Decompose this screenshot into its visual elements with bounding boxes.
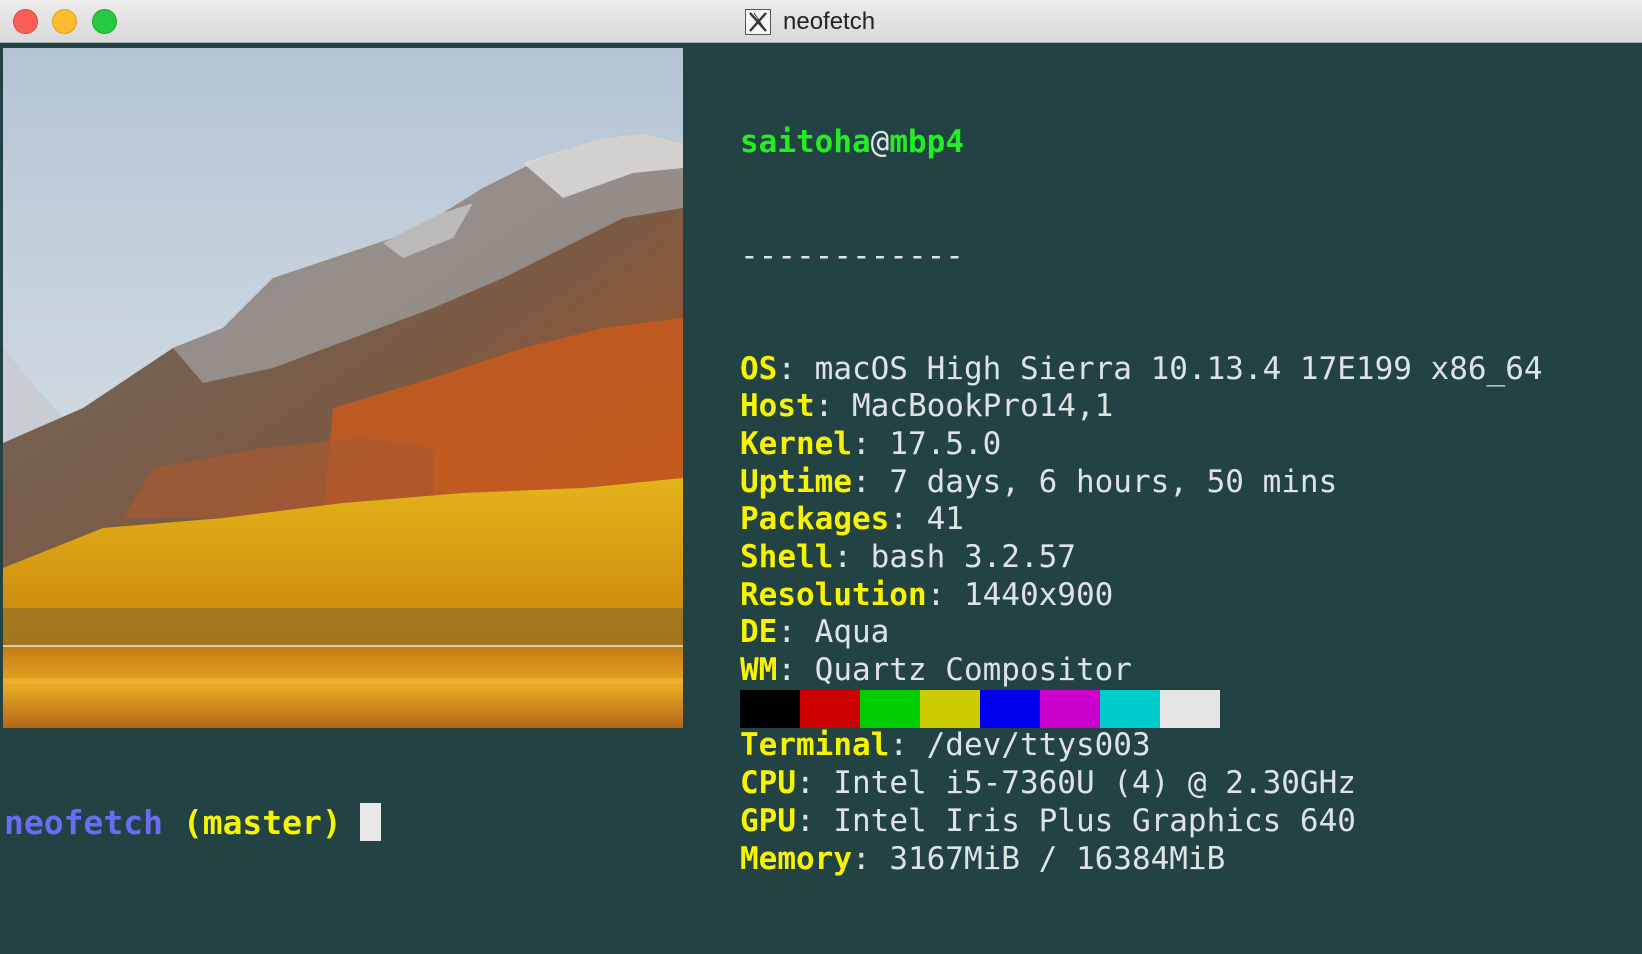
info-value: /dev/ttys003 xyxy=(926,727,1151,764)
info-key: DE xyxy=(740,614,778,651)
info-line: Memory: 3167MiB / 16384MiB xyxy=(740,841,1543,879)
info-line: Resolution: 1440x900 xyxy=(740,577,1543,615)
info-separator: : xyxy=(777,652,815,689)
info-line: CPU: Intel i5-7360U (4) @ 2.30GHz xyxy=(740,765,1543,803)
info-separator: : xyxy=(833,539,871,576)
title-bar[interactable]: neofetch xyxy=(0,0,1642,43)
info-value: Aqua xyxy=(814,614,890,651)
prompt-git-branch: (master) xyxy=(182,803,342,842)
username: saitoha xyxy=(740,124,871,161)
info-separator: : xyxy=(796,765,834,802)
info-separator: : xyxy=(814,388,852,425)
prompt-directory: neofetch xyxy=(4,803,163,842)
info-value: Quartz Compositor xyxy=(814,652,1132,689)
shell-prompt[interactable]: neofetch (master) xyxy=(4,803,342,843)
terminal-cursor xyxy=(360,803,381,841)
palette-swatch xyxy=(800,690,860,728)
info-separator: : xyxy=(889,501,927,538)
info-value: Intel Iris Plus Graphics 640 xyxy=(833,802,1356,839)
info-separator: : xyxy=(851,463,890,500)
hostname: mbp4 xyxy=(889,124,964,161)
minimize-button[interactable] xyxy=(52,9,77,34)
info-line: DE: Aqua xyxy=(740,614,1543,652)
info-line: WM: Quartz Compositor xyxy=(740,652,1543,690)
palette-swatch xyxy=(980,690,1040,728)
info-separator: : xyxy=(851,840,890,877)
info-value: bash 3.2.57 xyxy=(870,539,1076,576)
info-value: 7 days, 6 hours, 50 mins xyxy=(889,463,1338,500)
info-separator: : xyxy=(889,727,927,764)
info-key: Memory xyxy=(740,840,852,877)
info-key: WM xyxy=(740,652,778,689)
palette-swatch xyxy=(1040,690,1100,728)
window-title: neofetch xyxy=(783,8,876,35)
info-value: 17.5.0 xyxy=(889,425,1002,462)
info-key: Terminal xyxy=(740,727,890,764)
info-value: 3167MiB / 16384MiB xyxy=(889,840,1226,877)
info-separator: : xyxy=(777,350,815,387)
info-separator: : xyxy=(926,576,964,613)
info-separator: : xyxy=(796,802,834,839)
info-value: 1440x900 xyxy=(963,576,1114,613)
close-button[interactable] xyxy=(13,9,38,34)
palette-swatch xyxy=(1160,690,1220,728)
zoom-button[interactable] xyxy=(92,9,117,34)
palette-swatch xyxy=(920,690,980,728)
terminal-window: neofetch saitoha@mbp4 ------------ OS: m… xyxy=(0,0,1642,878)
info-key: Host xyxy=(740,388,815,425)
user-host-line: saitoha@mbp4 xyxy=(740,124,1543,162)
info-separator: : xyxy=(851,425,890,462)
at-sign: @ xyxy=(870,124,890,161)
info-value: MacBookPro14,1 xyxy=(851,388,1114,425)
info-line: Shell: bash 3.2.57 xyxy=(740,539,1543,577)
info-key: Packages xyxy=(740,501,890,538)
info-line: Terminal: /dev/ttys003 xyxy=(740,727,1543,765)
system-info: saitoha@mbp4 ------------ OS: macOS High… xyxy=(740,49,1543,954)
info-line: Uptime: 7 days, 6 hours, 50 mins xyxy=(740,464,1543,502)
info-value: 41 xyxy=(926,501,964,538)
info-line: OS: macOS High Sierra 10.13.4 17E199 x86… xyxy=(740,351,1543,389)
info-key: Shell xyxy=(740,539,834,576)
info-separator: : xyxy=(777,614,815,651)
info-key: OS xyxy=(740,350,778,387)
info-line: Packages: 41 xyxy=(740,501,1543,539)
info-key: CPU xyxy=(740,765,796,802)
info-line: Host: MacBookPro14,1 xyxy=(740,388,1543,426)
info-key: GPU xyxy=(740,802,796,839)
x11-icon xyxy=(745,9,771,35)
info-key: Resolution xyxy=(740,576,927,613)
palette-swatch xyxy=(740,690,800,728)
color-palette xyxy=(740,690,1220,728)
info-line: Kernel: 17.5.0 xyxy=(740,426,1543,464)
info-value: Intel i5-7360U (4) @ 2.30GHz xyxy=(833,765,1356,802)
info-fields: OS: macOS High Sierra 10.13.4 17E199 x86… xyxy=(740,351,1543,879)
info-key: Uptime xyxy=(740,463,852,500)
wallpaper-image xyxy=(3,48,683,728)
info-value: macOS High Sierra 10.13.4 17E199 x86_64 xyxy=(814,350,1543,387)
separator-line: ------------ xyxy=(740,237,964,274)
window-title-group: neofetch xyxy=(745,6,875,38)
palette-swatch xyxy=(860,690,920,728)
palette-swatch xyxy=(1100,690,1160,728)
info-line: GPU: Intel Iris Plus Graphics 640 xyxy=(740,803,1543,841)
info-key: Kernel xyxy=(740,425,852,462)
